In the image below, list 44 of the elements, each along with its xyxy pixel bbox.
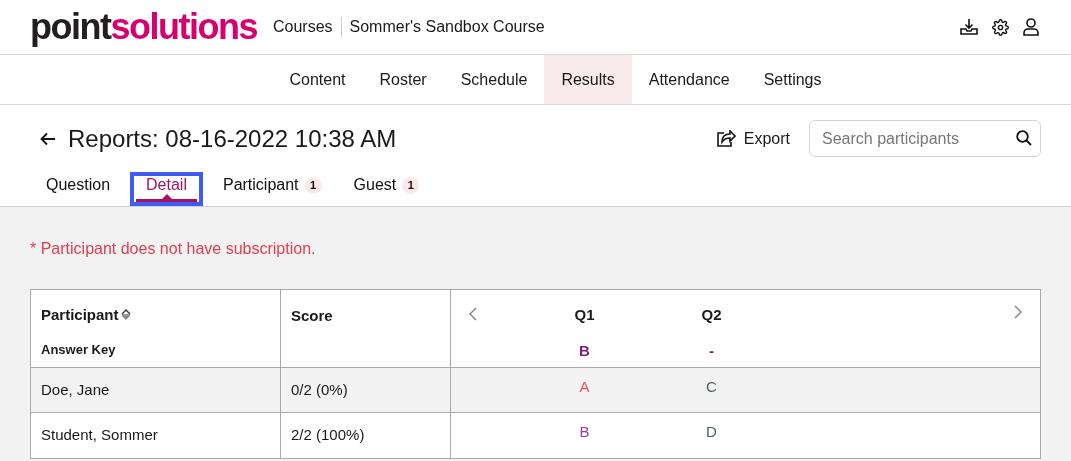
search-field[interactable]: Search participants	[809, 120, 1041, 157]
tab[interactable]: Participant 1	[206, 172, 338, 206]
count-badge: 1	[304, 176, 322, 194]
answer-text: C	[706, 376, 717, 397]
nav-tab[interactable]: Results	[544, 55, 632, 104]
next-button[interactable]	[1014, 304, 1024, 320]
answer-text: D	[706, 422, 717, 443]
breadcrumb-link[interactable]: Courses	[272, 15, 333, 39]
tab[interactable]: Question	[30, 172, 127, 206]
sort-icon[interactable]	[120, 308, 131, 323]
page-title: Reports: 08-16-2022 10:38 AM	[68, 123, 397, 154]
back-arrow-icon[interactable]	[40, 131, 56, 146]
participant-name: Student, Sommer	[41, 425, 158, 446]
answer-key: B	[579, 339, 590, 362]
column-header: Participant	[41, 305, 119, 325]
nav-tab[interactable]: Roster	[362, 55, 444, 104]
logo-text: solutions	[110, 9, 257, 45]
question-header: Q2	[701, 305, 722, 325]
tab[interactable]: Guest 1	[337, 172, 436, 206]
nav-tab[interactable]: Attendance	[631, 55, 747, 104]
previous-button[interactable]	[469, 306, 479, 322]
answer-text: B	[579, 422, 590, 443]
count-badge: 1	[402, 176, 420, 194]
search-icon	[1016, 130, 1032, 146]
download-icon[interactable]	[960, 18, 978, 36]
settings-icon[interactable]	[992, 18, 1009, 36]
answer-text: A	[579, 376, 590, 397]
answer-key: -	[709, 339, 714, 362]
column-header: Score	[291, 307, 333, 324]
participant-name: Doe, Jane	[41, 379, 110, 400]
logo-text: point	[30, 9, 111, 45]
score-text: 2/2 (100%)	[291, 425, 365, 446]
answer-key-label: Answer Key	[41, 340, 117, 359]
breadcrumb-link[interactable]: Sommer's Sandbox Course	[349, 15, 545, 39]
share-icon	[716, 130, 736, 147]
nav-tab[interactable]: Settings	[746, 55, 839, 104]
warning-message: * Participant does not have subscription.	[30, 239, 317, 259]
nav-tab[interactable]: Schedule	[443, 55, 545, 104]
export-button[interactable]: Export	[716, 126, 790, 151]
tab[interactable]: Detail	[130, 172, 203, 206]
nav-tab[interactable]: Content	[272, 55, 363, 104]
user-icon[interactable]	[1023, 18, 1039, 36]
question-header: Q1	[574, 305, 595, 325]
score-text: 0/2 (0%)	[291, 379, 348, 400]
